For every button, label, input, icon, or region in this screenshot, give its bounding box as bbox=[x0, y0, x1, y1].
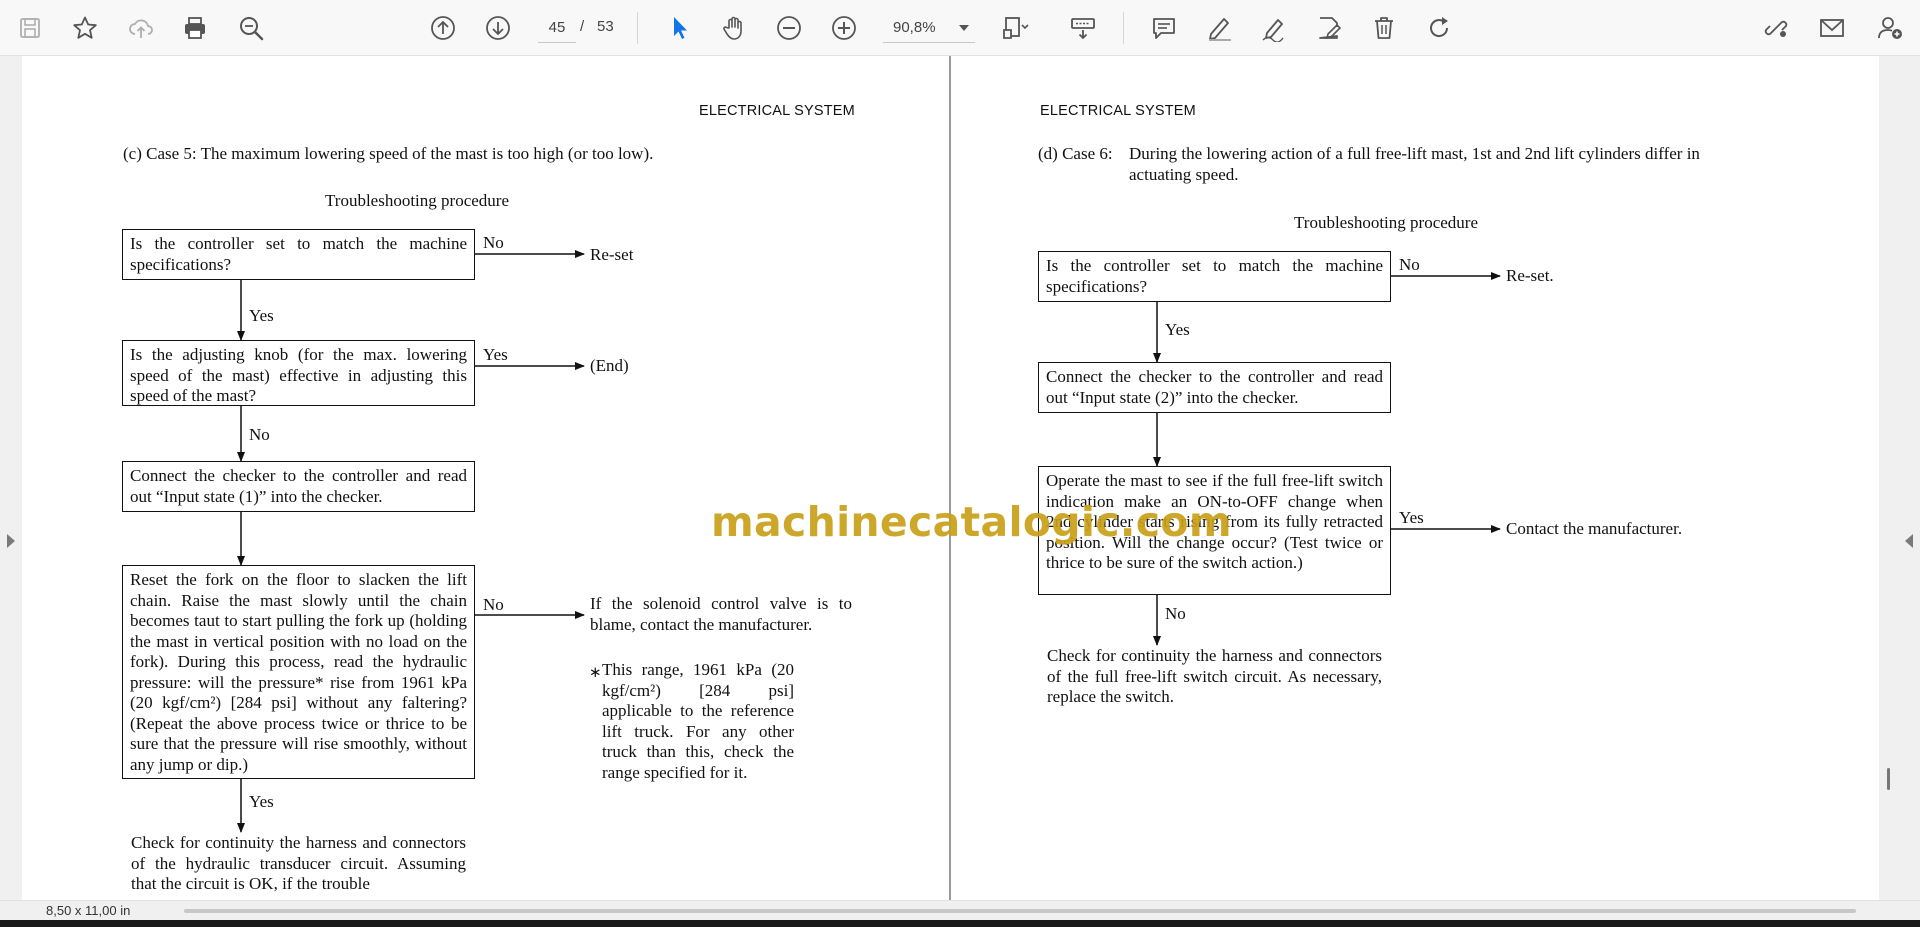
page-total: 53 bbox=[597, 18, 614, 35]
arrow-down-circle-icon bbox=[486, 16, 510, 40]
plus-circle-icon bbox=[832, 16, 856, 40]
left-panel-toggle[interactable] bbox=[7, 534, 15, 548]
scroll-mode-button[interactable] bbox=[1064, 9, 1102, 47]
zoom-out-button[interactable] bbox=[770, 9, 808, 47]
envelope-icon bbox=[1820, 19, 1844, 37]
vertical-scrollbar-thumb[interactable] bbox=[1887, 768, 1890, 790]
watermark: machinecatalogic.com bbox=[711, 498, 1232, 546]
zoom-find-button[interactable] bbox=[232, 9, 270, 47]
comment-button[interactable] bbox=[1145, 9, 1183, 47]
upload-cloud-button[interactable] bbox=[122, 9, 160, 47]
document-edit-icon bbox=[1319, 17, 1342, 40]
page-size-label: 8,50 x 11,00 in bbox=[46, 903, 131, 918]
chevron-down-icon bbox=[959, 24, 969, 31]
keyboard-scroll-icon bbox=[1071, 18, 1095, 40]
toolbar: / 53 90,8% bbox=[0, 0, 1920, 56]
cursor-arrow-icon bbox=[674, 17, 687, 39]
cloud-upload-icon bbox=[129, 19, 153, 38]
toolbar-separator bbox=[1123, 12, 1124, 44]
hand-icon bbox=[723, 16, 742, 40]
document-viewport[interactable]: ELECTRICAL SYSTEM (c) Case 5: The maximu… bbox=[0, 56, 1920, 900]
flowchart-connectors bbox=[1153, 272, 1501, 646]
bookmark-button[interactable] bbox=[66, 9, 104, 47]
select-tool-button[interactable] bbox=[660, 9, 698, 47]
flowchart-connectors bbox=[237, 250, 585, 833]
page-fit-button[interactable] bbox=[996, 9, 1034, 47]
delete-button[interactable] bbox=[1365, 9, 1403, 47]
draw-button[interactable] bbox=[1255, 9, 1293, 47]
rotate-icon bbox=[1430, 17, 1449, 37]
taskbar-edge bbox=[0, 920, 1920, 927]
page-separator: / bbox=[580, 18, 585, 35]
previous-page-button[interactable] bbox=[424, 9, 462, 47]
zoom-level-dropdown[interactable]: 90,8% bbox=[883, 13, 975, 43]
toolbar-separator bbox=[637, 12, 638, 44]
pen-highlight-icon bbox=[1209, 18, 1231, 41]
rotate-button[interactable] bbox=[1420, 9, 1458, 47]
email-button[interactable] bbox=[1813, 9, 1851, 47]
highlight-button[interactable] bbox=[1200, 9, 1238, 47]
magnifier-icon bbox=[240, 17, 264, 41]
save-button[interactable] bbox=[11, 9, 49, 47]
trash-icon bbox=[1375, 17, 1393, 39]
zoom-in-button[interactable] bbox=[825, 9, 863, 47]
page-fit-icon bbox=[1003, 17, 1029, 39]
star-icon bbox=[73, 16, 97, 39]
right-panel-toggle[interactable] bbox=[1905, 534, 1913, 548]
minus-circle-icon bbox=[777, 16, 801, 40]
share-link-button[interactable] bbox=[1757, 9, 1795, 47]
add-user-button[interactable] bbox=[1871, 9, 1909, 47]
save-icon bbox=[20, 18, 40, 38]
document-page-left: ELECTRICAL SYSTEM (c) Case 5: The maximu… bbox=[22, 56, 950, 900]
document-page-right: ELECTRICAL SYSTEM (d) Case 6: During the… bbox=[951, 56, 1879, 900]
printer-icon bbox=[185, 17, 205, 39]
pen-draw-icon bbox=[1262, 19, 1284, 42]
hand-tool-button[interactable] bbox=[715, 9, 753, 47]
status-bar: 8,50 x 11,00 in bbox=[0, 900, 1920, 920]
user-add-icon bbox=[1878, 17, 1902, 39]
zoom-level-value: 90,8% bbox=[893, 19, 936, 36]
next-page-button[interactable] bbox=[479, 9, 517, 47]
link-person-icon bbox=[1764, 20, 1788, 37]
speech-bubble-icon bbox=[1153, 18, 1175, 39]
print-button[interactable] bbox=[176, 9, 214, 47]
arrow-up-circle-icon bbox=[431, 16, 455, 40]
page-number-input[interactable] bbox=[538, 13, 576, 43]
fill-sign-button[interactable] bbox=[1310, 9, 1348, 47]
horizontal-scrollbar[interactable] bbox=[184, 909, 1856, 913]
